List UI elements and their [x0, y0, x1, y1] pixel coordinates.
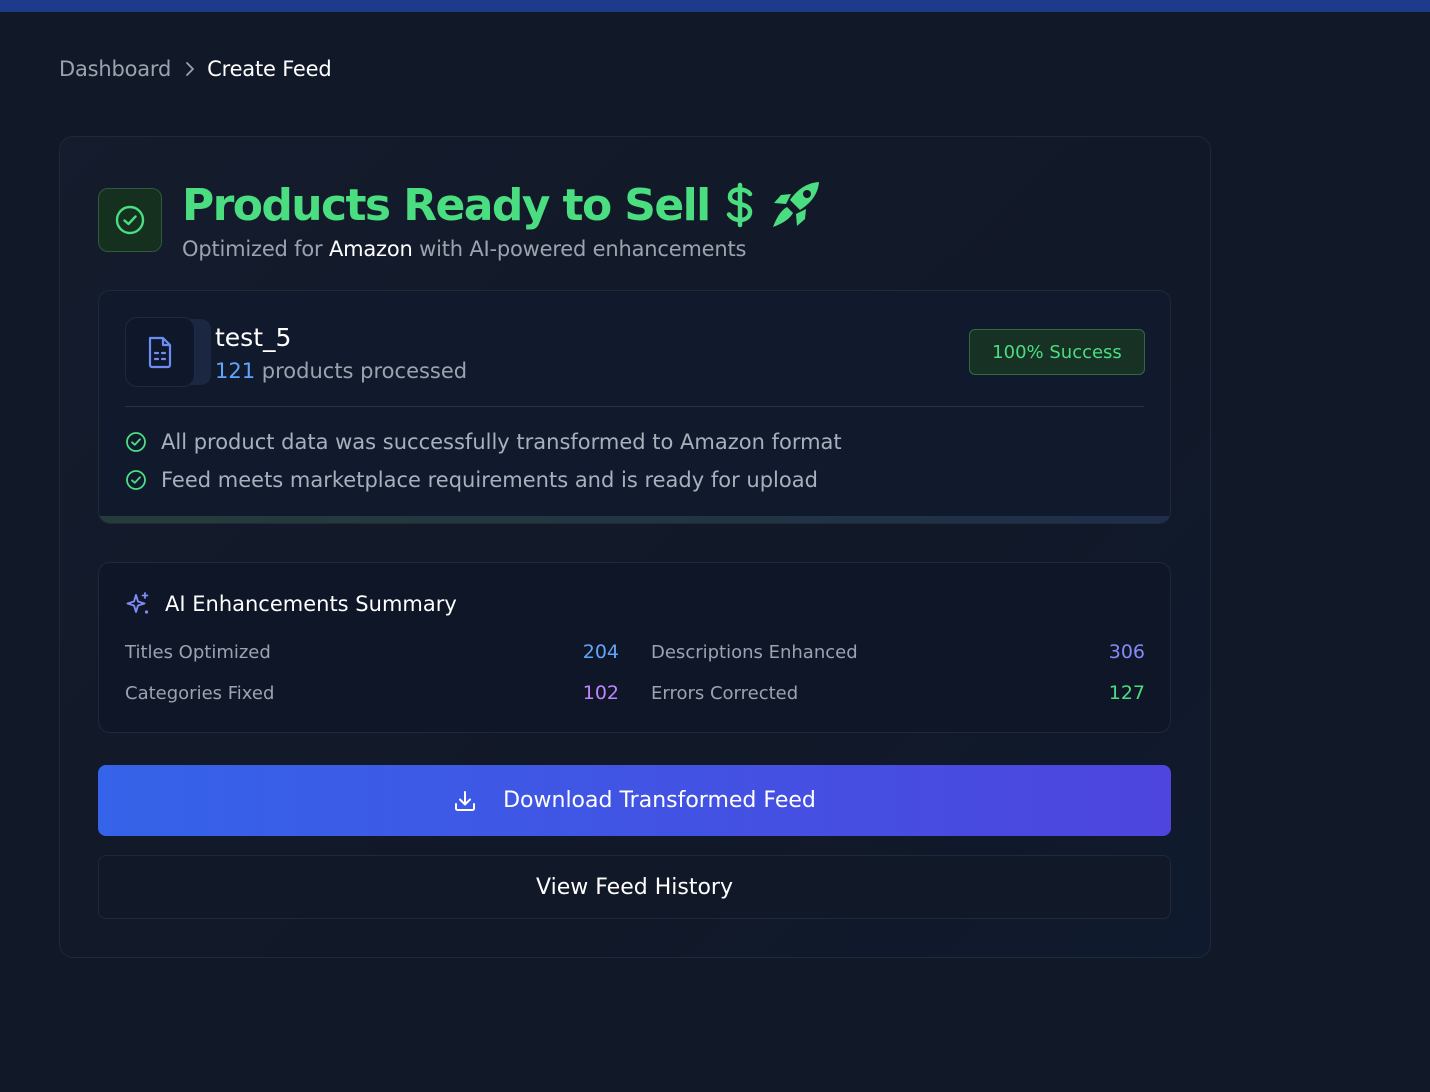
success-badge: 100% Success — [969, 329, 1145, 375]
download-feed-label: Download Transformed Feed — [503, 788, 816, 813]
chevron-right-icon — [185, 61, 195, 77]
feed-result-card: Products Ready to Sell Optimized for Ama… — [59, 136, 1211, 958]
stat-categories-fixed: Categories Fixed 102 — [125, 682, 619, 704]
ai-enhancements-summary: AI Enhancements Summary Titles Optimized… — [98, 562, 1171, 733]
page-title: Products Ready to Sell — [182, 175, 822, 235]
rocket-icon — [770, 180, 822, 230]
check-item-text: All product data was successfully transf… — [161, 430, 842, 454]
stat-descriptions-enhanced: Descriptions Enhanced 306 — [651, 641, 1145, 663]
stat-titles-optimized: Titles Optimized 204 — [125, 641, 619, 663]
marketplace-name: Amazon — [328, 237, 413, 261]
stat-value: 204 — [582, 641, 619, 663]
products-processed: 121 products processed — [215, 359, 467, 383]
page-subtitle: Optimized for Amazon with AI-powered enh… — [182, 237, 746, 261]
sparkles-icon — [125, 591, 151, 617]
view-feed-history-button[interactable]: View Feed History — [98, 855, 1171, 919]
check-circle-icon — [125, 469, 147, 491]
check-item-text: Feed meets marketplace requirements and … — [161, 468, 818, 492]
check-circle-icon — [125, 431, 147, 453]
download-feed-button[interactable]: Download Transformed Feed — [98, 765, 1171, 836]
subtitle-prefix: Optimized for — [182, 237, 323, 261]
product-count: 121 — [215, 359, 256, 383]
feed-name: test_5 — [215, 323, 292, 352]
stat-label: Categories Fixed — [125, 682, 275, 704]
stat-value: 102 — [582, 682, 619, 704]
top-accent-bar — [0, 0, 1430, 12]
stat-label: Descriptions Enhanced — [651, 641, 858, 663]
check-item: Feed meets marketplace requirements and … — [125, 468, 818, 492]
stat-errors-corrected: Errors Corrected 127 — [651, 682, 1145, 704]
stat-label: Errors Corrected — [651, 682, 799, 704]
stat-value: 306 — [1108, 641, 1145, 663]
dollar-icon — [724, 182, 756, 228]
stat-label: Titles Optimized — [125, 641, 271, 663]
summary-header: AI Enhancements Summary — [125, 591, 457, 617]
breadcrumb-dashboard-link[interactable]: Dashboard — [59, 57, 171, 81]
divider — [125, 406, 1144, 407]
products-processed-label: products processed — [261, 359, 468, 383]
download-icon — [453, 789, 477, 813]
stat-value: 127 — [1108, 682, 1145, 704]
subtitle-suffix: with AI-powered enhancements — [419, 237, 747, 261]
check-item: All product data was successfully transf… — [125, 430, 842, 454]
breadcrumb: Dashboard Create Feed — [59, 55, 332, 83]
feed-file-card: test_5 121 products processed 100% Succe… — [98, 290, 1171, 524]
card-bottom-accent — [99, 516, 1170, 523]
page-title-text: Products Ready to Sell — [182, 179, 711, 231]
check-circle-icon — [98, 188, 162, 252]
file-spreadsheet-icon — [125, 317, 195, 387]
summary-title: AI Enhancements Summary — [165, 592, 457, 616]
breadcrumb-current: Create Feed — [207, 57, 332, 81]
